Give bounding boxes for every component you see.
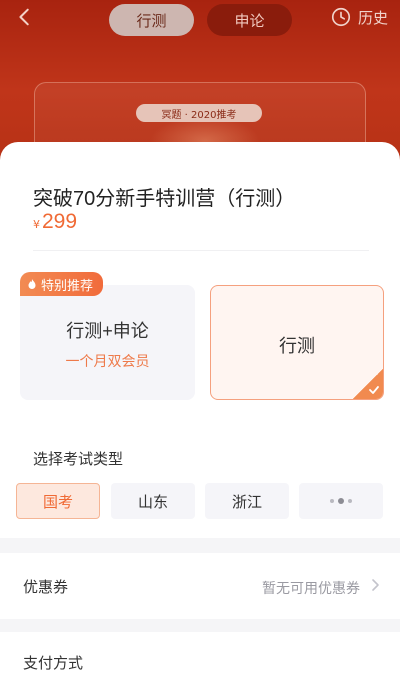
coupon-value: 暂无可用优惠券 bbox=[262, 580, 360, 596]
chevron-right-icon bbox=[372, 579, 379, 591]
flame-icon bbox=[28, 279, 36, 289]
product-price: ¥ 299 bbox=[33, 210, 77, 234]
price-currency: ¥ bbox=[33, 218, 40, 231]
option-subtitle: 一个月双会员 bbox=[65, 353, 150, 369]
history-label: 历史 bbox=[357, 8, 388, 27]
clock-icon bbox=[331, 7, 351, 27]
exam-chip-more[interactable] bbox=[299, 483, 383, 519]
option-name: 行测 bbox=[279, 336, 315, 356]
coupon-row[interactable]: 优惠券 暂无可用优惠券 bbox=[0, 553, 400, 619]
purchase-sheet: 突破70分新手特训营（行测） ¥ 299 行测+申论 一个月双会员 行测 特别推… bbox=[0, 142, 400, 538]
recommend-tag: 特别推荐 bbox=[20, 272, 104, 296]
exam-chip-shandong[interactable]: 山东 bbox=[111, 483, 195, 519]
more-dots-icon bbox=[330, 498, 352, 504]
history-button[interactable]: 历史 bbox=[330, 6, 388, 28]
divider bbox=[33, 250, 369, 251]
tab-xingce[interactable]: 行测 bbox=[109, 4, 194, 36]
recommend-tag-label: 特别推荐 bbox=[41, 277, 94, 293]
payment-row[interactable]: 支付方式 bbox=[0, 632, 400, 685]
promo-badge: 冥题 · 2020推考 bbox=[136, 104, 262, 122]
option-card-xingce-shenlun[interactable]: 行测+申论 一个月双会员 bbox=[20, 285, 195, 400]
payment-label: 支付方式 bbox=[23, 655, 84, 672]
check-icon bbox=[369, 386, 379, 394]
option-name: 行测+申论 bbox=[66, 321, 149, 341]
price-value: 299 bbox=[42, 210, 78, 233]
tab-shenlun[interactable]: 申论 bbox=[207, 4, 292, 36]
coupon-label: 优惠券 bbox=[23, 579, 69, 596]
back-button[interactable] bbox=[14, 6, 44, 34]
chevron-left-icon bbox=[19, 8, 29, 26]
selected-corner bbox=[353, 369, 383, 399]
exam-chip-guokao[interactable]: 国考 bbox=[16, 483, 100, 519]
exam-chip-zhejiang[interactable]: 浙江 bbox=[205, 483, 289, 519]
exam-type-label: 选择考试类型 bbox=[33, 451, 124, 468]
product-title: 突破70分新手特训营（行测） bbox=[33, 188, 296, 210]
option-card-xingce[interactable]: 行测 bbox=[210, 285, 384, 400]
